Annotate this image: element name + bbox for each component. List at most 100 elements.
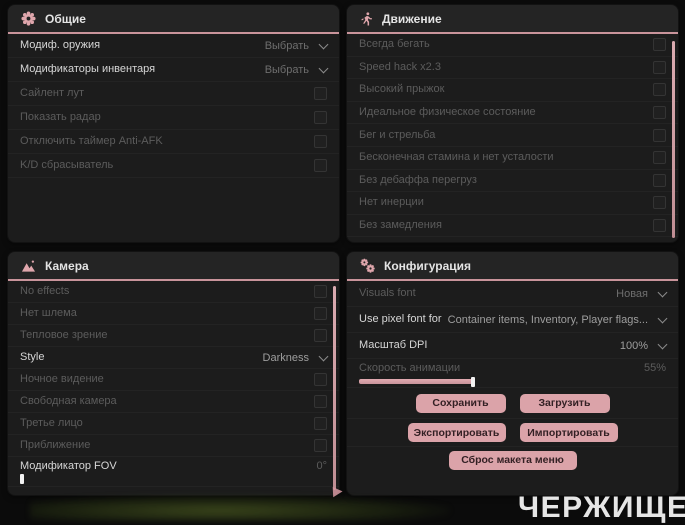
setting-label: Сайлент лут bbox=[20, 87, 84, 99]
setting-row: Ночное видение bbox=[8, 369, 339, 391]
checkbox[interactable] bbox=[653, 219, 666, 233]
export-button[interactable]: Экспортировать bbox=[407, 423, 506, 442]
setting-row: Нет шлема bbox=[8, 303, 339, 325]
setting-row: Свободная камера bbox=[8, 391, 339, 413]
setting-row: Speed hack x2.3 bbox=[347, 57, 678, 80]
setting-label: Без замедления bbox=[359, 219, 442, 232]
chevron-down-icon bbox=[318, 39, 329, 49]
panel-config: Конфигурация Visuals font Новая Use pixe… bbox=[347, 252, 678, 495]
checkbox[interactable] bbox=[314, 373, 327, 386]
setting-label: Третье лицо bbox=[20, 417, 83, 429]
fov-slider-row: Модификатор FOV 0° bbox=[8, 457, 339, 487]
animation-speed-slider-row: Скорость анимации 55% bbox=[347, 359, 678, 388]
setting-label: Свободная камера bbox=[20, 395, 117, 407]
setting-label: Идеальное физическое состояние bbox=[359, 106, 536, 119]
setting-label: Style bbox=[20, 351, 45, 363]
chevron-down-icon bbox=[657, 287, 668, 297]
button-row: Экспортировать Импортировать bbox=[347, 419, 678, 447]
setting-row: Модификаторы инвентаря Выбрать bbox=[8, 58, 339, 82]
checkbox[interactable] bbox=[314, 159, 327, 172]
setting-row: Модиф. оружия Выбрать bbox=[8, 34, 339, 58]
panel-title: Движение bbox=[382, 11, 442, 26]
inventory-mods-dropdown[interactable]: Выбрать bbox=[264, 63, 329, 76]
watermark-text: ЧЕРЖИЩЕ bbox=[518, 491, 685, 524]
setting-row: Без замедления bbox=[347, 215, 678, 238]
reset-menu-layout-button[interactable]: Сброс макета меню bbox=[448, 450, 577, 470]
setting-row: Всегда бегать bbox=[347, 34, 678, 57]
checkbox[interactable] bbox=[653, 83, 666, 97]
setting-row: Третье лицо bbox=[8, 413, 339, 435]
checkbox[interactable] bbox=[653, 128, 666, 142]
panel-movement-header: Движение bbox=[347, 5, 678, 34]
setting-label: No effects bbox=[20, 285, 70, 297]
checkbox[interactable] bbox=[314, 395, 327, 408]
setting-label: Use pixel font for bbox=[359, 313, 442, 325]
panel-config-header: Конфигурация bbox=[347, 252, 678, 281]
setting-row: Идеальное физическое состояние bbox=[347, 102, 678, 125]
checkbox[interactable] bbox=[653, 196, 666, 210]
load-button[interactable]: Загрузить bbox=[519, 393, 610, 413]
checkbox[interactable] bbox=[653, 173, 666, 187]
setting-label: Без дебаффа перегруз bbox=[359, 173, 477, 186]
checkbox[interactable] bbox=[314, 135, 327, 148]
chevron-down-icon bbox=[318, 351, 329, 361]
panel-camera-header: Камера bbox=[8, 252, 339, 281]
animation-speed-slider[interactable] bbox=[359, 377, 666, 387]
setting-row: Сайлент лут bbox=[8, 82, 339, 106]
pixel-font-dropdown[interactable]: Container items, Inventory, Player flags… bbox=[448, 313, 668, 326]
panel-general-header: Общие bbox=[8, 5, 339, 34]
dpi-scale-dropdown[interactable]: 100% bbox=[620, 339, 668, 352]
checkbox[interactable] bbox=[314, 417, 327, 430]
setting-row: Приближение bbox=[8, 435, 339, 457]
dropdown-value: Darkness bbox=[262, 351, 309, 364]
game-background-glow bbox=[30, 495, 450, 521]
gears-icon bbox=[360, 258, 375, 273]
checkbox[interactable] bbox=[653, 106, 666, 120]
setting-label: K/D сбрасыватель bbox=[20, 159, 114, 171]
checkbox[interactable] bbox=[314, 329, 327, 342]
visuals-font-dropdown[interactable]: Новая bbox=[616, 287, 668, 300]
setting-row: Бесконечная стамина и нет усталости bbox=[347, 147, 678, 170]
checkbox[interactable] bbox=[653, 60, 666, 74]
checkbox[interactable] bbox=[653, 38, 666, 52]
scrollbar[interactable] bbox=[333, 286, 336, 490]
setting-label: Ночное видение bbox=[20, 373, 104, 385]
chevron-down-icon bbox=[657, 313, 668, 323]
setting-row: Тепловое зрение bbox=[8, 325, 339, 347]
setting-label: Тепловое зрение bbox=[20, 329, 108, 341]
setting-label: Модиф. оружия bbox=[20, 39, 101, 51]
weapon-mod-dropdown[interactable]: Выбрать bbox=[264, 39, 329, 52]
checkbox[interactable] bbox=[653, 151, 666, 165]
setting-label: Нет инерции bbox=[359, 196, 424, 209]
chevron-down-icon bbox=[657, 339, 668, 349]
checkbox[interactable] bbox=[314, 439, 327, 452]
setting-label: Модификаторы инвентаря bbox=[20, 63, 156, 75]
button-row: Сброс макета меню bbox=[347, 447, 678, 473]
panel-camera: Камера No effects Нет шлема Тепловое зре… bbox=[8, 252, 339, 495]
fov-value: 0° bbox=[316, 460, 327, 472]
setting-label: Скорость анимации bbox=[359, 362, 461, 374]
import-button[interactable]: Импортировать bbox=[519, 423, 618, 442]
style-dropdown[interactable]: Darkness bbox=[262, 351, 329, 364]
slider-thumb[interactable] bbox=[470, 377, 475, 387]
checkbox[interactable] bbox=[314, 285, 327, 298]
setting-row: Отключить таймер Anti-AFK bbox=[8, 130, 339, 154]
panel-movement: Движение Всегда бегать Speed hack x2.3 В… bbox=[347, 5, 678, 242]
scrollbar[interactable] bbox=[672, 41, 675, 238]
setting-row: Use pixel font for Container items, Inve… bbox=[347, 307, 678, 333]
save-button[interactable]: Сохранить bbox=[415, 393, 506, 413]
dropdown-value: Выбрать bbox=[264, 39, 309, 52]
dropdown-value: Выбрать bbox=[264, 63, 309, 76]
checkbox[interactable] bbox=[314, 87, 327, 100]
checkbox[interactable] bbox=[314, 111, 327, 124]
setting-label: Всегда бегать bbox=[359, 38, 430, 51]
setting-row: Visuals font Новая bbox=[347, 281, 678, 307]
gear-icon bbox=[21, 11, 36, 26]
setting-label: Показать радар bbox=[20, 111, 101, 123]
setting-label: Отключить таймер Anti-AFK bbox=[20, 135, 163, 147]
panel-title: Камера bbox=[45, 258, 89, 273]
slider-value: 55% bbox=[643, 362, 666, 374]
setting-row: Без дебаффа перегруз bbox=[347, 170, 678, 193]
checkbox[interactable] bbox=[314, 307, 327, 320]
fov-slider-thumb[interactable] bbox=[20, 474, 24, 484]
